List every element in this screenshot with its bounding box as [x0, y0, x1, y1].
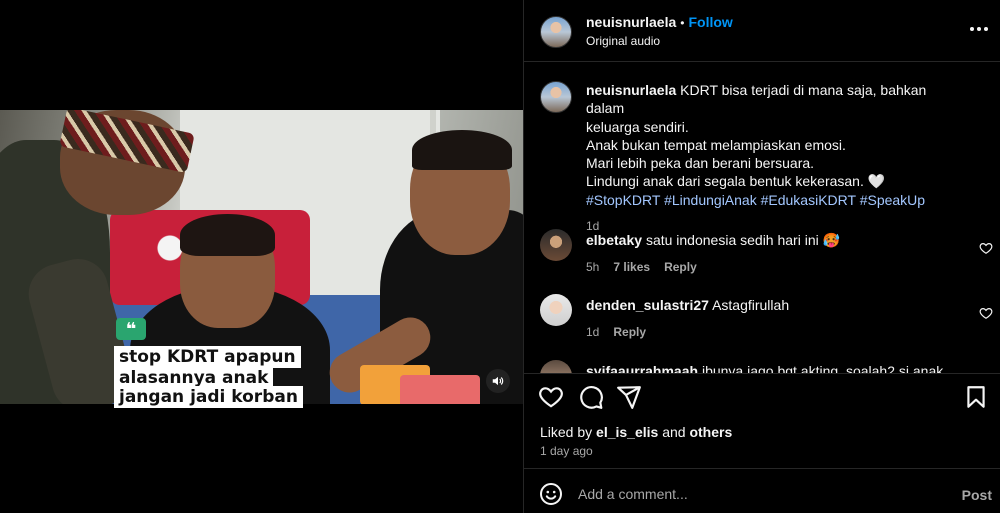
- post-caption: neuisnurlaela KDRT bisa terjadi di mana …: [586, 81, 956, 235]
- comment-item: syifaaurrahmaah ibunya jago bgt akting, …: [586, 362, 966, 373]
- liked-by-prefix: Liked by: [540, 424, 597, 440]
- reply-button[interactable]: Reply: [664, 260, 697, 274]
- like-comment-icon[interactable]: [979, 306, 993, 320]
- header-username[interactable]: neuisnurlaela: [586, 14, 676, 30]
- comment-meta: 5h 7 likes Reply: [586, 258, 966, 276]
- caption-line: Mari lebih peka dan berani bersuara.: [586, 155, 815, 172]
- original-audio-link[interactable]: Original audio: [586, 34, 660, 48]
- like-heart-icon[interactable]: [538, 384, 564, 410]
- speaker-icon: [492, 376, 504, 386]
- post-timestamp[interactable]: 1 day ago: [540, 444, 593, 458]
- more-options-icon[interactable]: [969, 22, 989, 36]
- avatar[interactable]: [540, 229, 572, 261]
- comment-username[interactable]: denden_sulastri27: [586, 297, 709, 313]
- liked-by-suffix: and: [658, 424, 690, 440]
- video-box-2: [400, 375, 480, 404]
- header-title-row: neuisnurlaela • Follow: [586, 14, 733, 32]
- post-header: neuisnurlaela • Follow Original audio: [524, 0, 1000, 62]
- comment-bubble-icon[interactable]: [578, 384, 604, 410]
- mute-button[interactable]: [486, 369, 510, 393]
- reply-button[interactable]: Reply: [613, 325, 646, 339]
- avatar[interactable]: [540, 294, 572, 326]
- bookmark-icon[interactable]: [963, 384, 989, 410]
- caption-line: Anak bukan tempat melampiaskan emosi.: [586, 136, 846, 153]
- video-boy-hair: [180, 214, 275, 256]
- comment-likes[interactable]: 7 likes: [613, 260, 650, 274]
- post-actions: Liked by el_is_elis and others 1 day ago: [524, 373, 1000, 469]
- post-side-panel: neuisnurlaela • Follow Original audio neui…: [523, 0, 1000, 513]
- comment-username[interactable]: syifaaurrahmaah: [586, 363, 698, 373]
- comment-meta: 1d Reply: [586, 323, 966, 341]
- like-comment-icon[interactable]: [979, 241, 993, 255]
- share-paper-plane-icon[interactable]: [616, 384, 642, 410]
- post-comment-button[interactable]: Post: [962, 487, 992, 503]
- comment-text: ibunya jago bgt akting, soalah2 si anak: [701, 363, 944, 373]
- comment-text: Astagfirullah: [712, 297, 790, 313]
- follow-button[interactable]: Follow: [688, 14, 732, 30]
- comment-item: elbetaky satu indonesia sedih hari ini 🥵…: [586, 231, 966, 276]
- emoji-icon[interactable]: [539, 482, 563, 506]
- liked-by-others[interactable]: others: [689, 424, 732, 440]
- comments-section[interactable]: neuisnurlaela KDRT bisa terjadi di mana …: [524, 63, 1000, 373]
- avatar[interactable]: [540, 16, 572, 48]
- caption-username[interactable]: neuisnurlaela: [586, 82, 676, 98]
- comment-age: 5h: [586, 260, 600, 274]
- video-man-right-hair: [412, 130, 512, 170]
- caption-hashtags[interactable]: #StopKDRT #LindungiAnak #EdukasiKDRT #Sp…: [586, 192, 925, 208]
- comment-text: satu indonesia sedih hari ini 🥵: [645, 232, 841, 248]
- quote-icon: ❝: [116, 318, 146, 340]
- comment-username[interactable]: elbetaky: [586, 232, 642, 248]
- media-panel: ❝ stop KDRT apapun alasannya anak jangan…: [0, 0, 523, 513]
- separator-dot: •: [680, 16, 685, 30]
- video-caption-line-1: stop KDRT apapun: [114, 346, 301, 368]
- avatar[interactable]: [540, 81, 572, 113]
- caption-line: keluarga sendiri.: [586, 118, 689, 135]
- comment-age: 1d: [586, 325, 600, 339]
- add-comment-bar: Post: [524, 470, 1000, 513]
- comment-item: denden_sulastri27 Astagfirullah 1d Reply: [586, 296, 966, 341]
- liked-by-text: Liked by el_is_elis and others: [540, 424, 732, 440]
- liked-by-user[interactable]: el_is_elis: [596, 424, 658, 440]
- caption-line: Lindungi anak dari segala bentuk kekeras…: [586, 173, 886, 190]
- avatar[interactable]: [540, 360, 572, 373]
- comment-input[interactable]: [578, 480, 918, 508]
- video-caption-line-3: jangan jadi korban: [114, 386, 303, 408]
